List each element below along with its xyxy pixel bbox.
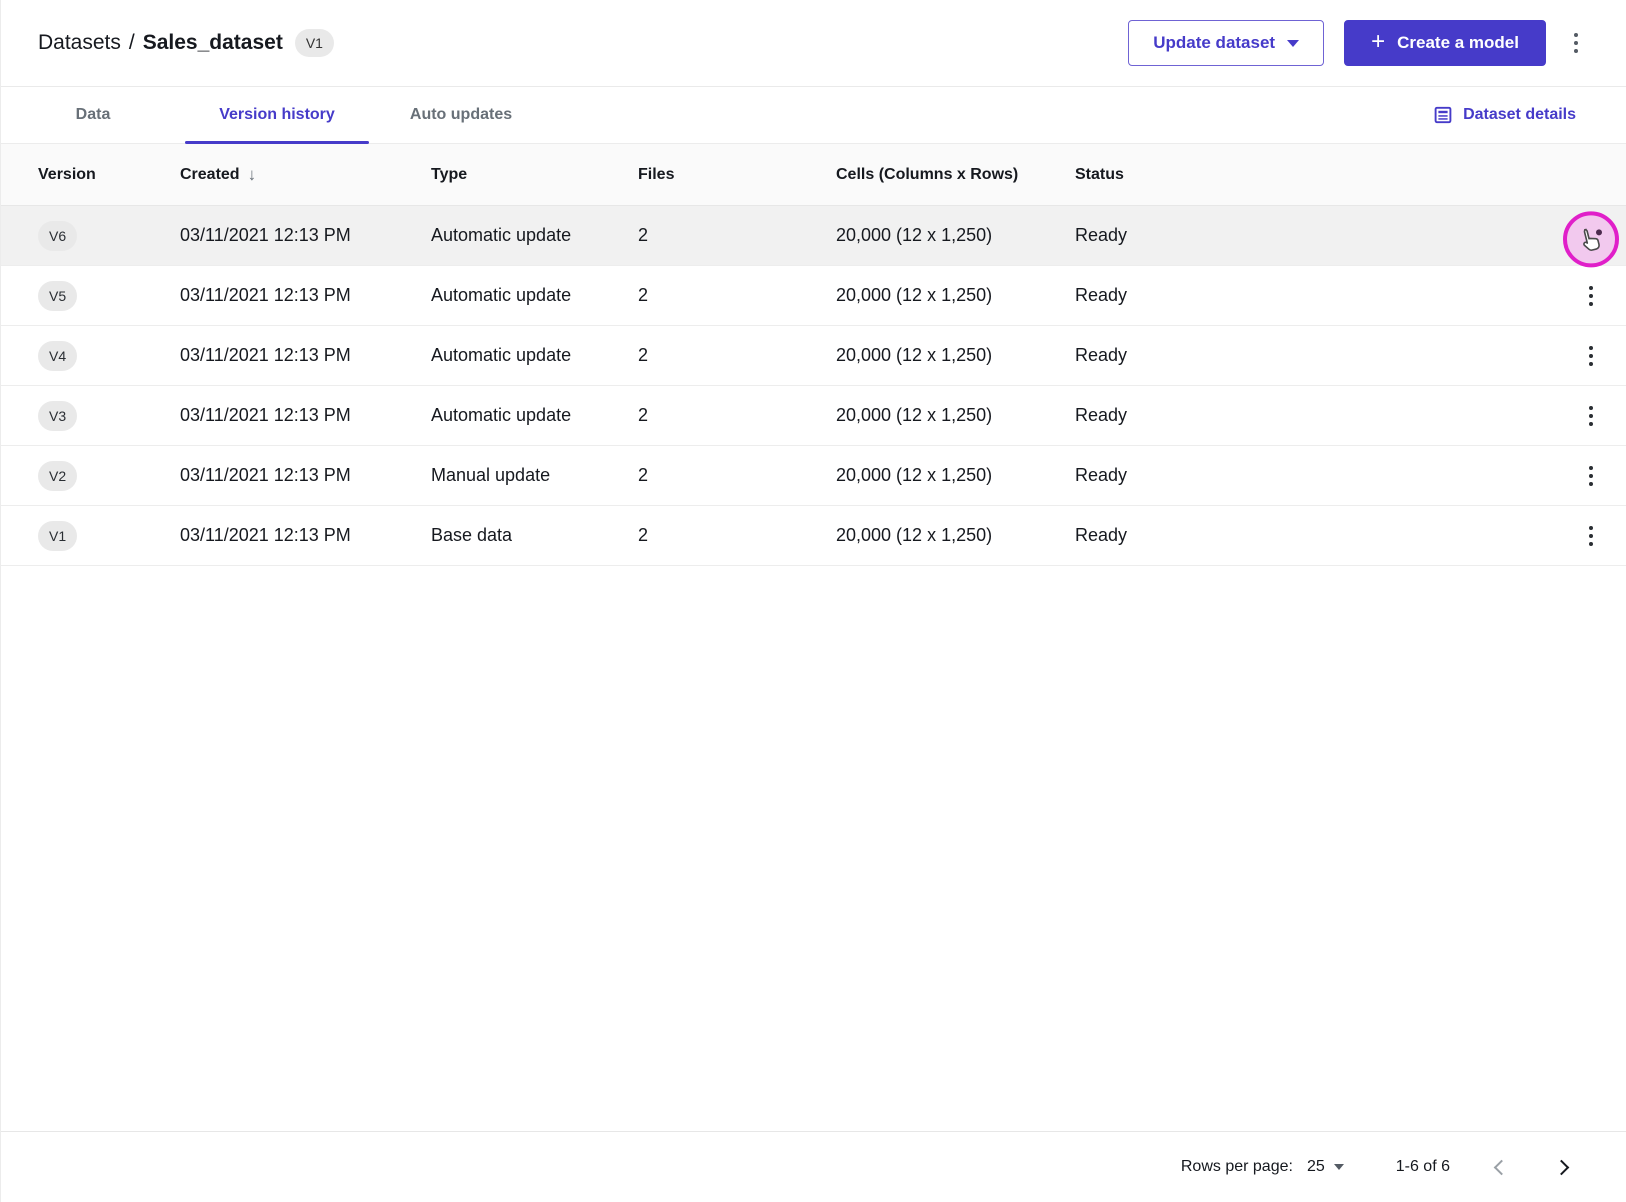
col-header-status: Status	[1075, 166, 1556, 184]
plus-icon: +	[1371, 30, 1385, 54]
cells-cell: 20,000 (12 x 1,250)	[836, 345, 1075, 366]
dataset-details-link[interactable]: Dataset details	[1433, 87, 1576, 143]
status-cell: Ready	[1075, 225, 1556, 246]
table-row[interactable]: V4 03/11/2021 12:13 PM Automatic update …	[1, 326, 1626, 386]
page-title: Sales_dataset	[143, 31, 283, 55]
create-model-button[interactable]: + Create a model	[1344, 20, 1546, 66]
cells-cell: 20,000 (12 x 1,250)	[836, 405, 1075, 426]
page-range-text: 1-6 of 6	[1396, 1158, 1450, 1176]
breadcrumb: Datasets / Sales_dataset V1	[38, 29, 334, 57]
table-header: Version Created ↓ Type Files Cells (Colu…	[1, 144, 1626, 206]
chevron-down-icon	[1334, 1164, 1344, 1170]
col-header-type: Type	[431, 166, 638, 184]
row-kebab-menu-icon[interactable]	[1581, 400, 1601, 432]
breadcrumb-separator: /	[129, 31, 135, 55]
breadcrumb-datasets-link[interactable]: Datasets	[38, 31, 121, 55]
created-cell: 03/11/2021 12:13 PM	[180, 285, 431, 306]
rows-per-page: Rows per page: 25	[1181, 1158, 1344, 1176]
row-kebab-menu-icon[interactable]	[1581, 340, 1601, 372]
version-badge: V4	[38, 341, 77, 371]
update-dataset-button[interactable]: Update dataset	[1128, 20, 1324, 66]
col-header-created[interactable]: Created ↓	[180, 165, 431, 185]
status-cell: Ready	[1075, 465, 1556, 486]
col-header-version: Version	[38, 166, 180, 184]
tab-bar: Data Version history Auto updates Datase…	[1, 86, 1626, 144]
sort-descending-icon: ↓	[248, 165, 257, 185]
tab-auto-updates[interactable]: Auto updates	[369, 87, 553, 143]
status-cell: Ready	[1075, 345, 1556, 366]
table-row[interactable]: V2 03/11/2021 12:13 PM Manual update 2 2…	[1, 446, 1626, 506]
row-kebab-menu-icon[interactable]	[1581, 520, 1601, 552]
col-header-created-label: Created	[180, 166, 240, 184]
version-badge: V6	[38, 221, 77, 251]
previous-page-button[interactable]	[1484, 1150, 1518, 1184]
files-cell: 2	[638, 465, 836, 486]
col-header-files: Files	[638, 166, 836, 184]
header-actions: Update dataset + Create a model	[1128, 20, 1586, 66]
version-badge: V1	[38, 521, 77, 551]
created-cell: 03/11/2021 12:13 PM	[180, 345, 431, 366]
page: Datasets / Sales_dataset V1 Update datas…	[0, 0, 1626, 1202]
row-kebab-menu-icon[interactable]	[1581, 460, 1601, 492]
top-header: Datasets / Sales_dataset V1 Update datas…	[1, 0, 1626, 86]
table-body: V6 03/11/2021 12:13 PM Automatic update …	[1, 206, 1626, 566]
files-cell: 2	[638, 345, 836, 366]
header-kebab-menu-icon[interactable]	[1566, 27, 1586, 59]
rows-per-page-label: Rows per page:	[1181, 1158, 1293, 1176]
type-cell: Manual update	[431, 465, 638, 486]
row-kebab-menu-icon[interactable]	[1581, 280, 1601, 312]
cells-cell: 20,000 (12 x 1,250)	[836, 525, 1075, 546]
files-cell: 2	[638, 285, 836, 306]
dataset-version-badge: V1	[295, 29, 334, 57]
status-cell: Ready	[1075, 525, 1556, 546]
rows-per-page-value: 25	[1307, 1158, 1325, 1176]
cells-cell: 20,000 (12 x 1,250)	[836, 465, 1075, 486]
files-cell: 2	[638, 225, 836, 246]
type-cell: Automatic update	[431, 225, 638, 246]
update-dataset-label: Update dataset	[1153, 33, 1275, 53]
chevron-down-icon	[1287, 40, 1299, 47]
table-row[interactable]: V1 03/11/2021 12:13 PM Base data 2 20,00…	[1, 506, 1626, 566]
tab-version-history[interactable]: Version history	[185, 87, 369, 143]
col-header-cells: Cells (Columns x Rows)	[836, 166, 1075, 184]
dataset-details-label: Dataset details	[1463, 106, 1576, 124]
cells-cell: 20,000 (12 x 1,250)	[836, 285, 1075, 306]
table-row[interactable]: V6 03/11/2021 12:13 PM Automatic update …	[1, 206, 1626, 266]
tab-data[interactable]: Data	[1, 87, 185, 143]
status-cell: Ready	[1075, 285, 1556, 306]
files-cell: 2	[638, 525, 836, 546]
table-row[interactable]: V3 03/11/2021 12:13 PM Automatic update …	[1, 386, 1626, 446]
version-badge: V5	[38, 281, 77, 311]
next-page-button[interactable]	[1544, 1150, 1578, 1184]
created-cell: 03/11/2021 12:13 PM	[180, 405, 431, 426]
created-cell: 03/11/2021 12:13 PM	[180, 465, 431, 486]
hand-cursor-icon	[1573, 222, 1609, 258]
content-spacer	[1, 566, 1626, 1131]
status-cell: Ready	[1075, 405, 1556, 426]
type-cell: Base data	[431, 525, 638, 546]
created-cell: 03/11/2021 12:13 PM	[180, 225, 431, 246]
create-model-label: Create a model	[1397, 33, 1519, 53]
chevron-right-icon	[1553, 1159, 1569, 1175]
type-cell: Automatic update	[431, 285, 638, 306]
type-cell: Automatic update	[431, 405, 638, 426]
rows-per-page-select[interactable]: 25	[1307, 1158, 1344, 1176]
pager	[1484, 1150, 1578, 1184]
document-icon	[1433, 105, 1453, 125]
table-row[interactable]: V5 03/11/2021 12:13 PM Automatic update …	[1, 266, 1626, 326]
pagination-footer: Rows per page: 25 1-6 of 6	[1, 1131, 1626, 1202]
version-badge: V2	[38, 461, 77, 491]
version-badge: V3	[38, 401, 77, 431]
type-cell: Automatic update	[431, 345, 638, 366]
files-cell: 2	[638, 405, 836, 426]
created-cell: 03/11/2021 12:13 PM	[180, 525, 431, 546]
click-dot	[1596, 229, 1602, 235]
cells-cell: 20,000 (12 x 1,250)	[836, 225, 1075, 246]
chevron-left-icon	[1493, 1159, 1509, 1175]
click-highlight-annotation	[1563, 211, 1619, 267]
